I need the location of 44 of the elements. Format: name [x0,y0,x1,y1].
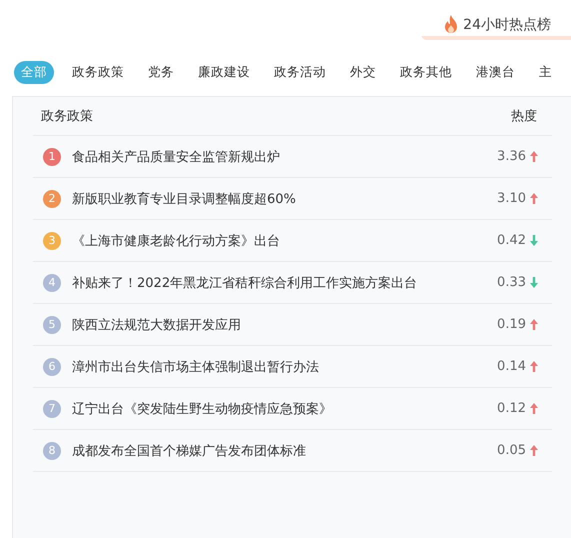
heat-score: 3.36 [497,149,526,164]
news-link[interactable]: 补贴来了！2022年黑龙江省秸秆综合利用工作实施方案出台 [72,274,498,292]
up-arrow-icon [530,151,538,162]
up-arrow-icon [530,193,538,204]
heat-score: 0.12 [497,401,526,416]
heat-score: 3.10 [497,191,526,206]
news-link[interactable]: 辽宁出台《突发陆生野生动物疫情应急预案》 [72,400,498,418]
rank-badge: 2 [43,190,61,208]
heat-score: 0.33 [497,275,526,290]
news-link[interactable]: 《上海市健康老龄化行动方案》出台 [72,232,498,250]
hot-list-title: 24小时热点榜 [421,14,571,40]
category-tab[interactable]: 政务活动 [268,60,332,84]
rank-badge: 7 [43,400,61,418]
heat-score: 0.19 [497,317,526,332]
news-link[interactable]: 新版职业教育专业目录调整幅度超60% [72,190,498,208]
up-arrow-icon [530,445,538,456]
news-link[interactable]: 食品相关产品质量安全监管新规出炉 [72,148,498,166]
category-tab[interactable]: 主 [533,60,558,84]
category-tab[interactable]: 政务政策 [66,60,130,84]
rank-badge: 6 [43,358,61,376]
category-tab[interactable]: 港澳台 [470,60,521,84]
news-link[interactable]: 陕西立法规范大数据开发应用 [72,316,498,334]
category-tab[interactable]: 廉政建设 [192,60,256,84]
up-arrow-icon [530,361,538,372]
news-link[interactable]: 漳州市出台失信市场主体强制退出暂行办法 [72,358,498,376]
flame-icon [443,15,460,35]
heat-score: 0.42 [497,233,526,248]
rank-badge: 3 [43,232,61,250]
heat-score: 0.14 [497,359,526,374]
category-tab[interactable]: 外交 [344,60,382,84]
down-arrow-icon [530,235,538,246]
news-link[interactable]: 成都发布全国首个梯媒广告发布团体标准 [72,442,498,460]
rank-badge: 1 [43,148,61,166]
rank-badge: 5 [43,316,61,334]
rank-badge: 8 [43,442,61,460]
down-arrow-icon [530,277,538,288]
up-arrow-icon [530,319,538,330]
heat-score: 0.05 [497,443,526,458]
up-arrow-icon [530,403,538,414]
column-header: 热度 [511,108,537,125]
rank-badge: 4 [43,274,61,292]
column-header: 政务政策 [41,108,93,125]
category-tab[interactable]: 党务 [142,60,180,84]
category-tab[interactable]: 政务其他 [394,60,458,84]
